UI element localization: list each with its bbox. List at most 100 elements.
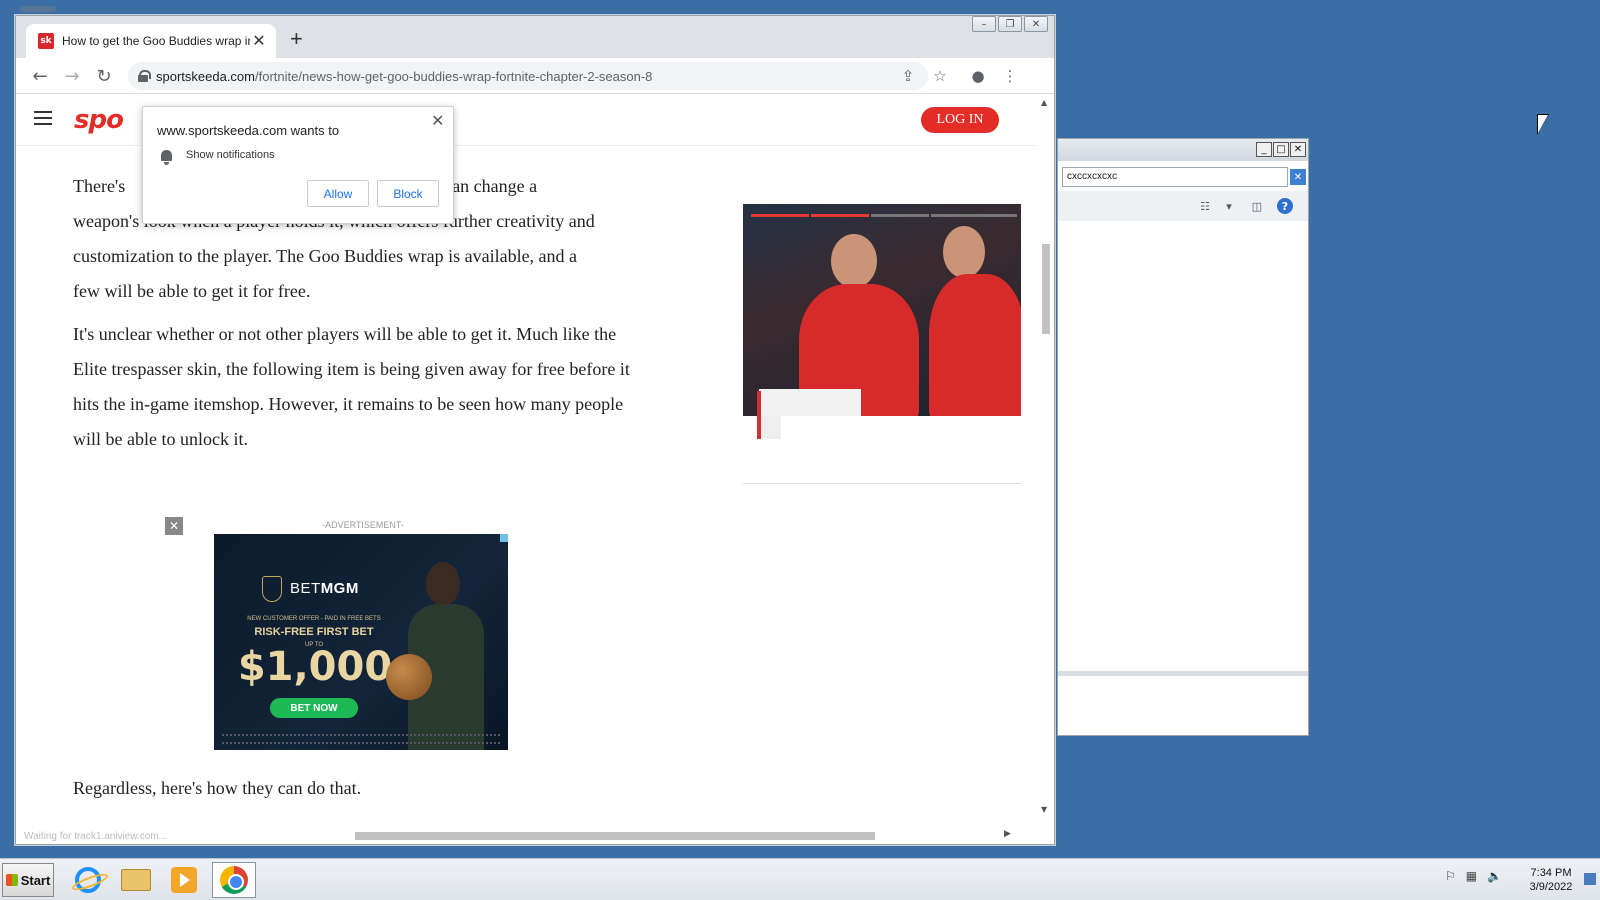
- scroll-up-arrow-icon[interactable]: ▲: [1041, 98, 1047, 107]
- volume-icon[interactable]: 🔈: [1487, 869, 1502, 883]
- horizontal-scrollbar[interactable]: Waiting for track1.aniview.com... ▶: [16, 826, 1036, 844]
- player-body: [929, 274, 1021, 416]
- preview-pane-icon[interactable]: ◫: [1249, 198, 1265, 214]
- ad-offer-text: NEW CUSTOMER OFFER - PAID IN FREE BETS: [247, 616, 381, 622]
- p1-line3: customization to the player. The Goo Bud…: [73, 246, 578, 266]
- scroll-right-arrow-icon[interactable]: ▶: [1004, 829, 1011, 839]
- ad-brand-bold: MGM: [320, 580, 359, 597]
- window-controls: – ❐ ✕: [972, 16, 1048, 32]
- system-tray: ⚐ ▦ 🔈: [1445, 869, 1502, 883]
- panel-window-controls: _ □ ✕: [1256, 142, 1306, 157]
- menu-kebab-icon[interactable]: ⋮: [998, 64, 1022, 88]
- tab-strip: sk How to get the Goo Buddies wrap in ✕ …: [16, 16, 1054, 58]
- panel-titlebar: _ □ ✕: [1058, 139, 1308, 161]
- share-icon[interactable]: ⇪: [896, 64, 920, 88]
- system-clock[interactable]: 7:34 PM 3/9/2022: [1522, 866, 1580, 894]
- start-label: Start: [20, 872, 51, 888]
- taskbar: Start ⚐ ▦ 🔈 7:34 PM 3/9/2022: [0, 858, 1600, 900]
- panel-search-input[interactable]: cxccxcxcxc: [1062, 167, 1288, 187]
- login-button[interactable]: LOG IN: [921, 107, 999, 133]
- hamburger-menu-icon[interactable]: [34, 111, 52, 125]
- bell-icon: [161, 150, 172, 165]
- help-icon[interactable]: ?: [1277, 198, 1293, 214]
- prompt-close-icon[interactable]: ✕: [431, 111, 444, 130]
- video-thumbnail[interactable]: [743, 204, 1021, 416]
- player-head: [831, 234, 877, 288]
- caption-placeholder: [761, 416, 781, 439]
- ad-brand: BETMGM: [290, 580, 359, 597]
- panel-maximize-button[interactable]: □: [1273, 142, 1289, 157]
- forward-arrow-icon[interactable]: →: [60, 64, 84, 88]
- player-head: [943, 226, 985, 278]
- tab-title: How to get the Goo Buddies wrap in: [62, 34, 250, 48]
- permission-text: Show notifications: [186, 149, 275, 161]
- advertisement-label: -ADVERTISEMENT-: [322, 520, 404, 530]
- notification-permission-prompt: www.sportskeeda.com wants to ✕ Show noti…: [142, 106, 454, 224]
- internet-explorer-icon: [75, 867, 101, 893]
- search-panel-window: _ □ ✕ cxccxcxcxc ✕ ☷ ▾ ◫ ?: [1057, 138, 1309, 736]
- allow-button[interactable]: Allow: [307, 180, 369, 207]
- restore-button[interactable]: ❐: [998, 16, 1022, 32]
- progress-segment: [811, 214, 869, 217]
- vertical-scrollbar[interactable]: ▲ ▼: [1036, 94, 1054, 816]
- clock-time: 7:34 PM: [1530, 867, 1572, 879]
- horizontal-scroll-thumb[interactable]: [355, 832, 875, 840]
- folder-icon: [121, 869, 151, 891]
- panel-minimize-button[interactable]: _: [1256, 142, 1272, 157]
- clear-search-icon[interactable]: ✕: [1290, 169, 1306, 185]
- reload-icon[interactable]: ↻: [92, 64, 116, 88]
- browser-toolbar: ← → ↻ sportskeeda.com/fortnite/news-how-…: [16, 58, 1054, 94]
- desktop-icon-fragment: [20, 6, 56, 12]
- site-logo[interactable]: spo: [74, 105, 124, 135]
- taskbar-media-player[interactable]: [162, 862, 206, 898]
- chrome-icon: [220, 866, 248, 894]
- close-window-button[interactable]: ✕: [1024, 16, 1048, 32]
- browser-window: sk How to get the Goo Buddies wrap in ✕ …: [15, 15, 1055, 845]
- scroll-down-arrow-icon[interactable]: ▼: [1041, 805, 1047, 814]
- view-options-icon[interactable]: ☷: [1197, 198, 1213, 214]
- betmgm-advertisement[interactable]: BETMGM NEW CUSTOMER OFFER - PAID IN FREE…: [214, 534, 508, 750]
- windows-flag-icon: [5, 874, 18, 886]
- start-button[interactable]: Start: [2, 863, 54, 897]
- taskbar-chrome[interactable]: [212, 862, 256, 898]
- panel-close-button[interactable]: ✕: [1290, 142, 1306, 157]
- bet-now-button[interactable]: BET NOW: [270, 698, 358, 718]
- lock-icon[interactable]: [138, 70, 151, 82]
- progress-segment: [871, 214, 929, 217]
- progress-segment: [931, 214, 1017, 217]
- bookmark-star-icon[interactable]: ☆: [928, 64, 952, 88]
- ad-brand-prefix: BET: [290, 580, 321, 597]
- back-arrow-icon[interactable]: ←: [28, 64, 52, 88]
- vertical-scroll-thumb[interactable]: [1042, 244, 1050, 334]
- athlete-head: [426, 562, 460, 606]
- minimize-button[interactable]: –: [972, 16, 996, 32]
- mouse-cursor-icon: [1538, 115, 1548, 133]
- p1-start: There's: [73, 176, 126, 196]
- address-bar[interactable]: sportskeeda.com/fortnite/news-how-get-go…: [128, 62, 928, 90]
- status-bar-text: Waiting for track1.aniview.com...: [24, 831, 168, 842]
- media-player-icon: [171, 867, 197, 893]
- basketball-image: [386, 654, 432, 700]
- panel-toolbar: ☷ ▾ ◫ ?: [1058, 191, 1308, 221]
- show-desktop-button[interactable]: [1584, 873, 1596, 885]
- taskbar-file-explorer[interactable]: [114, 862, 158, 898]
- ad-choices-icon[interactable]: [500, 534, 508, 542]
- p1-line4: few will be able to get it for free.: [73, 281, 311, 301]
- prompt-title: www.sportskeeda.com wants to: [157, 123, 340, 138]
- video-caption-overlay: [759, 389, 861, 416]
- ad-fine-print: [222, 734, 500, 744]
- browser-tab[interactable]: sk How to get the Goo Buddies wrap in ✕: [26, 24, 276, 58]
- progress-segment: [751, 214, 809, 217]
- ad-close-button[interactable]: ✕: [165, 517, 183, 535]
- new-tab-button[interactable]: +: [290, 28, 303, 50]
- action-center-flag-icon[interactable]: ⚐: [1445, 869, 1456, 883]
- ad-headline: RISK-FREE FIRST BET: [254, 626, 374, 638]
- tab-close-icon[interactable]: ✕: [250, 31, 268, 51]
- clock-date: 3/9/2022: [1529, 881, 1573, 893]
- chevron-down-icon[interactable]: ▾: [1221, 198, 1237, 214]
- profile-avatar-icon[interactable]: ●: [966, 64, 990, 88]
- panel-splitter[interactable]: [1058, 671, 1308, 676]
- taskbar-internet-explorer[interactable]: [66, 862, 110, 898]
- network-icon[interactable]: ▦: [1466, 869, 1477, 883]
- block-button[interactable]: Block: [377, 180, 439, 207]
